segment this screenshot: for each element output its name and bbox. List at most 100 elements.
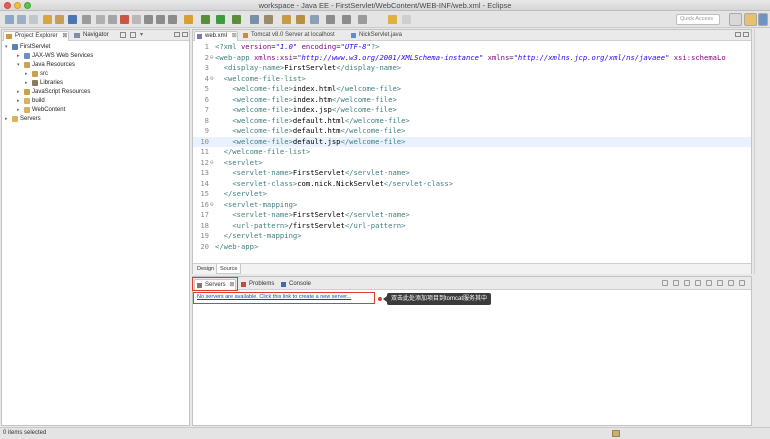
tab-console[interactable]: Console: [279, 279, 315, 290]
terminal-icon[interactable]: [68, 15, 77, 24]
expand-twisty-icon[interactable]: ▾: [5, 43, 8, 51]
new-server-icon[interactable]: [250, 15, 259, 24]
run-external-icon[interactable]: [232, 15, 241, 24]
tab-problems[interactable]: Problems: [239, 279, 277, 290]
fold-toggle-icon[interactable]: ⊖: [210, 200, 214, 211]
stop-server-icon[interactable]: [695, 280, 702, 286]
open-perspective-icon[interactable]: [729, 13, 742, 26]
code-line[interactable]: 3 <display-name>FirstServlet</display-na…: [193, 63, 751, 74]
code-line[interactable]: 4 ⊖ <welcome-file-list>: [193, 74, 751, 85]
expand-twisty-icon[interactable]: ▸: [25, 70, 28, 78]
new-icon[interactable]: [5, 15, 14, 24]
debug-server-icon[interactable]: [673, 280, 680, 286]
expand-twisty-icon[interactable]: ▾: [17, 61, 20, 69]
minimize-view-icon[interactable]: [174, 32, 180, 37]
tab-tomcat-server[interactable]: Tomcat v8.0 Server at localhost: [241, 31, 337, 41]
previous-annotation-icon[interactable]: [342, 15, 351, 24]
expand-twisty-icon[interactable]: ▸: [17, 97, 20, 105]
close-tab-icon[interactable]: ⊠: [232, 33, 237, 39]
expand-twisty-icon[interactable]: ▸: [17, 106, 20, 114]
next-annotation-icon[interactable]: [326, 15, 335, 24]
code-line[interactable]: 13 <servlet-name>FirstServlet</servlet-n…: [193, 168, 751, 179]
code-line[interactable]: 20 </web-app>: [193, 242, 751, 253]
open-folder-icon[interactable]: [282, 15, 291, 24]
minimize-view-icon[interactable]: [728, 280, 735, 286]
tree-item-label: src: [40, 71, 48, 77]
console-icon: [281, 282, 286, 287]
terminate-icon[interactable]: [120, 15, 129, 24]
code-line[interactable]: 12 ⊖ <servlet>: [193, 158, 751, 169]
link-with-editor-icon[interactable]: [130, 32, 136, 38]
line-number: 11: [200, 147, 209, 156]
code-line[interactable]: 7 <welcome-file>index.jsp</welcome-file>: [193, 105, 751, 116]
expand-twisty-icon[interactable]: ▸: [17, 52, 20, 60]
code-line[interactable]: 16 ⊖ <servlet-mapping>: [193, 200, 751, 211]
profile-server-icon[interactable]: [684, 280, 691, 286]
status-icon[interactable]: [612, 430, 620, 437]
save-all-icon[interactable]: [29, 15, 38, 24]
view-menu-icon[interactable]: [717, 280, 724, 286]
server-icon[interactable]: [184, 15, 193, 24]
debug-icon[interactable]: [201, 15, 210, 24]
code-line[interactable]: 18 <url-pattern>/firstServlet</url-patte…: [193, 221, 751, 232]
code-area[interactable]: 1 <?xml version="1.0" encoding="UTF-8"?> 2…: [193, 42, 751, 262]
maximize-view-icon[interactable]: [182, 32, 188, 37]
code-line[interactable]: 8 <welcome-file>default.html</welcome-fi…: [193, 116, 751, 127]
start-server-icon[interactable]: [662, 280, 669, 286]
maximize-view-icon[interactable]: [739, 280, 745, 286]
line-number: 4: [204, 73, 209, 83]
close-tab-icon[interactable]: ⊠: [62, 33, 67, 39]
tab-web-xml[interactable]: web.xml ⊠: [194, 31, 238, 41]
skip-breakpoints-icon[interactable]: [82, 15, 91, 24]
suspend-icon[interactable]: [108, 15, 117, 24]
step-over-icon[interactable]: [156, 15, 165, 24]
code-line[interactable]: 5 <welcome-file>index.html</welcome-file…: [193, 84, 751, 95]
quick-access-input[interactable]: Quick Access: [676, 14, 720, 25]
code-line[interactable]: 11 </welcome-file-list>: [193, 147, 751, 158]
publish-icon[interactable]: [706, 280, 713, 286]
run-icon[interactable]: [216, 15, 225, 24]
library-icon: [32, 80, 38, 86]
java-ee-perspective-icon[interactable]: [744, 13, 757, 26]
right-trim-bar: [754, 29, 769, 274]
tab-project-explorer[interactable]: Project Explorer ⊠: [3, 31, 69, 41]
fold-toggle-icon[interactable]: ⊖: [210, 158, 214, 169]
code-line[interactable]: 19 </servlet-mapping>: [193, 231, 751, 242]
tab-navigator[interactable]: Navigator: [72, 31, 114, 41]
disconnect-icon[interactable]: [132, 15, 141, 24]
fold-toggle-icon[interactable]: ⊖: [210, 53, 214, 64]
open-task-icon[interactable]: [55, 15, 64, 24]
minimize-editor-icon[interactable]: [735, 32, 741, 37]
open-type-icon[interactable]: [43, 15, 52, 24]
java-perspective-icon[interactable]: [758, 13, 768, 26]
tab-nickservlet-java[interactable]: NickServlet.java: [349, 31, 409, 41]
save-icon[interactable]: [17, 15, 26, 24]
tab-design[interactable]: Design: [194, 264, 217, 274]
view-menu-icon[interactable]: ▾: [140, 31, 143, 38]
code-line[interactable]: 2 ⊖ <web-app xmlns:xsi="http://www.w3.org/…: [193, 53, 751, 64]
forward-icon[interactable]: [402, 15, 411, 24]
annotation-icon[interactable]: [310, 15, 319, 24]
fold-toggle-icon[interactable]: ⊖: [210, 74, 214, 85]
collapse-all-icon[interactable]: [120, 32, 126, 38]
expand-twisty-icon[interactable]: ▸: [17, 88, 20, 96]
code-line[interactable]: 17 <servlet-name>FirstServlet</servlet-n…: [193, 210, 751, 221]
code-line[interactable]: 9 <welcome-file>default.htm</welcome-fil…: [193, 126, 751, 137]
code-line[interactable]: 1 <?xml version="1.0" encoding="UTF-8"?>: [193, 42, 751, 53]
code-line[interactable]: 15 </servlet>: [193, 189, 751, 200]
maximize-editor-icon[interactable]: [743, 32, 749, 37]
tab-source[interactable]: Source: [216, 264, 242, 274]
last-edit-icon[interactable]: [358, 15, 367, 24]
resume-icon[interactable]: [96, 15, 105, 24]
step-return-icon[interactable]: [168, 15, 177, 24]
code-line[interactable]: 10 <welcome-file>default.jsp</welcome-fi…: [193, 136, 751, 147]
code-text: </web-app>: [215, 241, 259, 251]
back-icon[interactable]: [388, 15, 397, 24]
expand-twisty-icon[interactable]: ▸: [5, 115, 8, 123]
new-web-project-icon[interactable]: [264, 15, 273, 24]
expand-twisty-icon[interactable]: ▸: [25, 79, 28, 87]
step-into-icon[interactable]: [144, 15, 153, 24]
code-line[interactable]: 6 <welcome-file>index.htm</welcome-file>: [193, 95, 751, 106]
search-icon[interactable]: [296, 15, 305, 24]
code-line[interactable]: 14 <servlet-class>com.nick.NickServlet</…: [193, 179, 751, 190]
